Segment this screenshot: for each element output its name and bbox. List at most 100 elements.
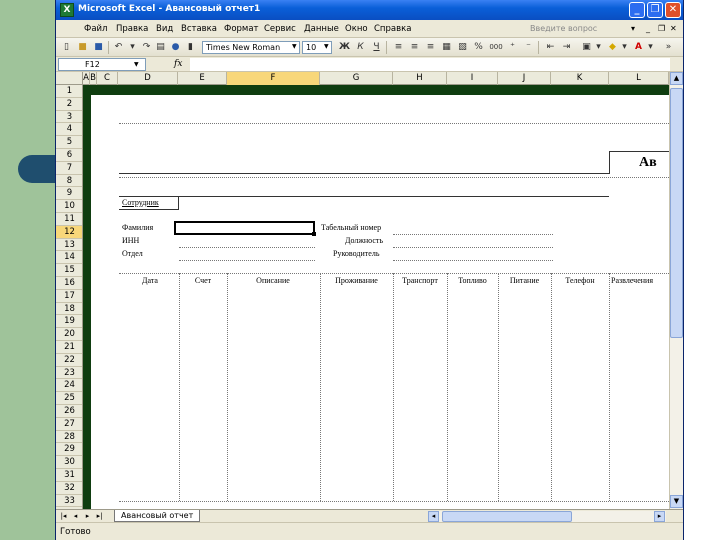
row-header[interactable]: 28 [56, 431, 82, 444]
row-header[interactable]: 13 [56, 239, 82, 252]
font-name-dropdown-icon[interactable]: ▼ [292, 43, 297, 50]
options-icon[interactable]: ▮ [184, 41, 197, 54]
row-header[interactable]: 22 [56, 354, 82, 367]
font-color-dropdown-icon[interactable]: ▾ [644, 41, 657, 54]
column-header[interactable]: D [118, 72, 178, 85]
name-box[interactable]: F12 [58, 58, 146, 71]
increase-indent-icon[interactable]: ⇥ [560, 41, 573, 54]
column-header[interactable]: C [97, 72, 118, 85]
column-header[interactable]: I [447, 72, 498, 85]
help-icon[interactable]: ● [169, 41, 182, 54]
row-header[interactable]: 24 [56, 379, 82, 393]
row-header[interactable]: 9 [56, 187, 82, 201]
merge-cells-icon[interactable]: ▦ [440, 41, 453, 54]
row-header[interactable]: 30 [56, 456, 82, 469]
row-header[interactable]: 20 [56, 328, 82, 341]
increase-decimal-icon[interactable]: ⁺ [506, 41, 519, 54]
row-header[interactable]: 16 [56, 277, 82, 290]
row-header[interactable]: 29 [56, 443, 82, 457]
fill-handle[interactable] [312, 232, 316, 236]
minimize-button[interactable]: _ [629, 2, 645, 18]
worksheet-grid[interactable]: Ав Сотрудник Фамилия ИНН Отдел Табельный… [83, 85, 669, 509]
open-folder-icon[interactable]: ■ [76, 41, 89, 54]
row-header[interactable]: 8 [56, 175, 82, 188]
column-header-selected[interactable]: F [227, 72, 320, 85]
undo-dropdown-icon[interactable]: ▾ [126, 41, 139, 54]
toolbar-options-icon[interactable]: » [662, 41, 675, 54]
align-left-icon[interactable]: ≡ [392, 41, 405, 54]
menu-help[interactable]: Справка [374, 24, 411, 34]
column-header[interactable]: J [498, 72, 551, 85]
formula-input[interactable] [190, 58, 670, 71]
column-header[interactable]: K [551, 72, 609, 85]
row-header[interactable]: 6 [56, 149, 82, 162]
menu-insert[interactable]: Вставка [181, 24, 217, 34]
font-size-dropdown-icon[interactable]: ▼ [324, 43, 329, 50]
menu-data[interactable]: Данные [304, 24, 339, 34]
row-header[interactable]: 19 [56, 315, 82, 329]
function-icon[interactable]: fx [174, 59, 182, 69]
row-header[interactable]: 21 [56, 341, 82, 354]
row-header[interactable]: 1 [56, 85, 82, 98]
fill-color-dropdown-icon[interactable]: ▾ [618, 41, 631, 54]
row-header[interactable]: 25 [56, 392, 82, 405]
scroll-down-icon[interactable]: ▼ [670, 495, 683, 508]
name-box-dropdown-icon[interactable]: ▼ [134, 61, 139, 68]
row-header[interactable]: 31 [56, 469, 82, 482]
font-name-select[interactable]: Times New Roman [202, 41, 300, 54]
help-question-input[interactable]: Введите вопрос [526, 22, 626, 36]
close-button[interactable]: ✕ [665, 2, 681, 18]
doc-restore-button[interactable]: ❐ [658, 24, 665, 33]
row-header[interactable]: 23 [56, 367, 82, 380]
row-header[interactable]: 5 [56, 136, 82, 149]
new-file-icon[interactable]: ▯ [60, 41, 73, 54]
row-header-selected[interactable]: 12 [56, 225, 82, 239]
row-header[interactable]: 10 [56, 200, 82, 213]
decrease-decimal-icon[interactable]: ⁻ [522, 41, 535, 54]
align-center-icon[interactable]: ≡ [408, 41, 421, 54]
chart-wizard-icon[interactable]: ▤ [154, 41, 167, 54]
menu-tools[interactable]: Сервис [264, 24, 296, 34]
borders-dropdown-icon[interactable]: ▾ [592, 41, 605, 54]
underline-button[interactable]: Ч [370, 41, 383, 54]
align-right-icon[interactable]: ≡ [424, 41, 437, 54]
last-sheet-icon[interactable]: ▸| [94, 511, 105, 522]
next-sheet-icon[interactable]: ▸ [82, 511, 93, 522]
scroll-left-icon[interactable]: ◂ [428, 511, 439, 522]
menu-view[interactable]: Вид [156, 24, 173, 34]
row-header[interactable]: 18 [56, 303, 82, 316]
undo-icon[interactable]: ↶ [112, 41, 125, 54]
row-header[interactable]: 17 [56, 290, 82, 303]
bold-button[interactable]: Ж [338, 41, 351, 54]
row-header[interactable]: 27 [56, 418, 82, 431]
currency-icon[interactable]: ▧ [456, 41, 469, 54]
scroll-right-icon[interactable]: ▸ [654, 511, 665, 522]
column-header[interactable]: G [320, 72, 393, 85]
doc-close-button[interactable]: ✕ [670, 24, 677, 33]
vertical-scrollbar[interactable]: ▲ ▼ [669, 72, 683, 509]
row-header[interactable]: 15 [56, 264, 82, 277]
row-header[interactable]: 4 [56, 123, 82, 137]
row-header[interactable]: 26 [56, 405, 82, 418]
help-dropdown-icon[interactable]: ▾ [631, 24, 635, 33]
restore-button[interactable]: ❐ [647, 2, 663, 18]
horizontal-scrollbar[interactable]: ◂ ▸ [428, 511, 666, 522]
row-header[interactable]: 33 [56, 495, 82, 508]
decrease-indent-icon[interactable]: ⇤ [544, 41, 557, 54]
row-header[interactable]: 11 [56, 213, 82, 226]
save-icon[interactable]: ■ [92, 41, 105, 54]
menu-file[interactable]: Файл [84, 24, 107, 34]
column-header[interactable]: A [83, 72, 90, 85]
sheet-tab-active[interactable]: Авансовый отчет [114, 510, 201, 522]
row-header[interactable]: 3 [56, 111, 82, 124]
horizontal-scroll-thumb[interactable] [442, 511, 572, 522]
redo-icon[interactable]: ↷ [140, 41, 153, 54]
column-header[interactable]: E [178, 72, 227, 85]
column-header[interactable]: L [609, 72, 669, 85]
italic-button[interactable]: К [354, 41, 367, 54]
menu-edit[interactable]: Правка [116, 24, 148, 34]
row-header[interactable]: 2 [56, 98, 82, 111]
row-header[interactable]: 14 [56, 251, 82, 265]
column-header[interactable]: B [90, 72, 97, 85]
excel-app-icon[interactable]: X [60, 3, 74, 17]
